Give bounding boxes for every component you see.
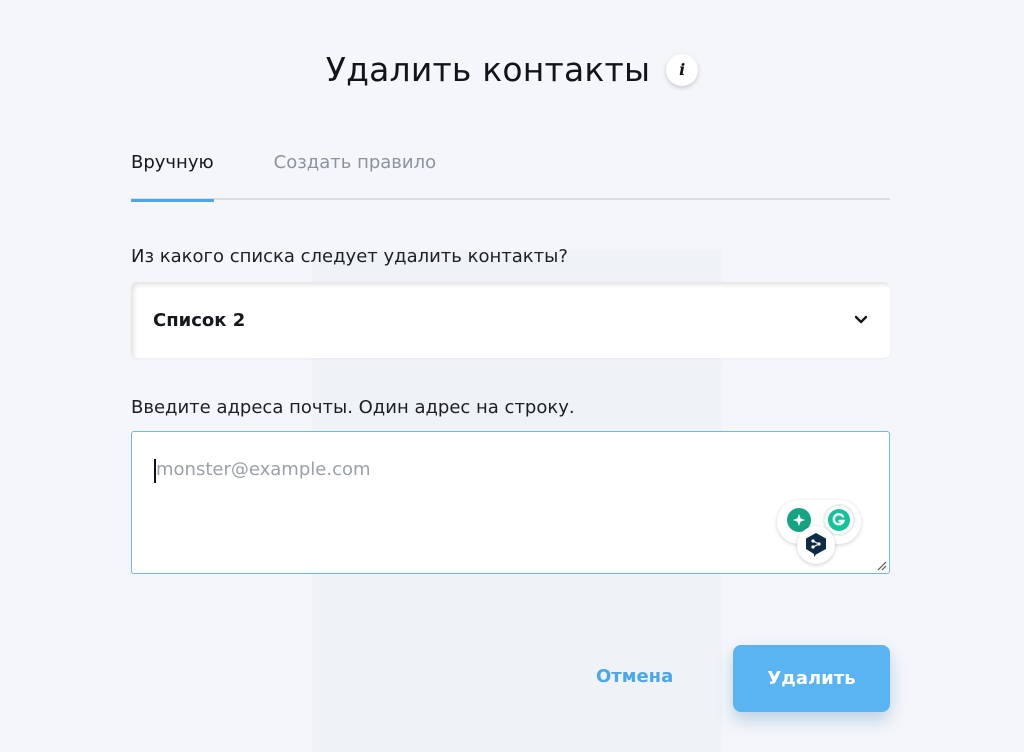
deepl-icon[interactable] xyxy=(797,526,835,564)
info-icon[interactable]: i xyxy=(666,53,699,86)
list-select[interactable]: Список 2 xyxy=(131,282,890,358)
cancel-button[interactable]: Отмена xyxy=(596,666,673,687)
delete-contacts-page: Удалить контакты i Вручную Создать прави… xyxy=(0,0,1024,752)
resize-handle-icon[interactable] xyxy=(875,559,887,571)
tab-manual[interactable]: Вручную xyxy=(131,150,214,202)
tab-bar: Вручную Создать правило xyxy=(131,150,890,202)
browser-extension-icons xyxy=(775,498,865,568)
emails-label: Введите адреса почты. Один адрес на стро… xyxy=(131,397,575,418)
list-question-label: Из какого списка следует удалить контакт… xyxy=(131,246,568,267)
tab-create-rule[interactable]: Создать правило xyxy=(274,150,437,200)
chevron-down-icon xyxy=(854,315,868,324)
emails-placeholder: monster@example.com xyxy=(156,459,371,480)
page-title: Удалить контакты xyxy=(325,50,651,89)
delete-button[interactable]: Удалить xyxy=(733,645,890,712)
title-row: Удалить контакты i xyxy=(0,50,1024,89)
list-select-value: Список 2 xyxy=(153,309,246,331)
